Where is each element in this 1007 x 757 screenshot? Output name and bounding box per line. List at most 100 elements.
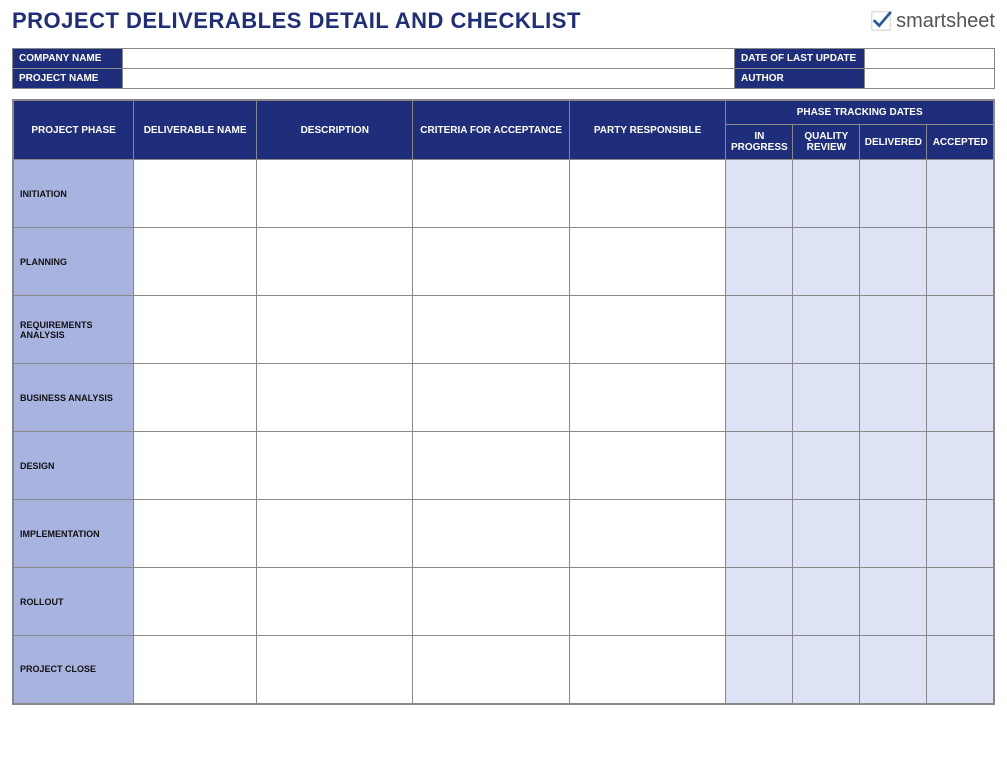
cell-criteria[interactable] (413, 364, 569, 432)
meta-value-last-update[interactable] (865, 49, 995, 69)
cell-in-progress[interactable] (726, 636, 793, 704)
col-header-delivered: DELIVERED (860, 125, 927, 160)
meta-table: COMPANY NAME DATE OF LAST UPDATE PROJECT… (12, 48, 995, 89)
brand-logo: smartsheet (870, 10, 995, 33)
cell-in-progress[interactable] (726, 432, 793, 500)
col-header-accepted: ACCEPTED (927, 125, 994, 160)
meta-label-author: AUTHOR (735, 69, 865, 89)
cell-quality-review[interactable] (793, 160, 860, 228)
cell-criteria[interactable] (413, 228, 569, 296)
cell-quality-review[interactable] (793, 364, 860, 432)
cell-in-progress[interactable] (726, 568, 793, 636)
cell-description[interactable] (257, 568, 413, 636)
cell-description[interactable] (257, 364, 413, 432)
phase-label: PROJECT CLOSE (13, 636, 134, 704)
table-row: DESIGN (13, 432, 994, 500)
cell-in-progress[interactable] (726, 296, 793, 364)
cell-description[interactable] (257, 228, 413, 296)
cell-delivered[interactable] (860, 364, 927, 432)
cell-party[interactable] (569, 636, 725, 704)
phase-label: ROLLOUT (13, 568, 134, 636)
cell-deliverable[interactable] (134, 364, 257, 432)
cell-party[interactable] (569, 568, 725, 636)
cell-criteria[interactable] (413, 568, 569, 636)
cell-accepted[interactable] (927, 160, 994, 228)
cell-in-progress[interactable] (726, 364, 793, 432)
cell-delivered[interactable] (860, 228, 927, 296)
cell-description[interactable] (257, 636, 413, 704)
cell-delivered[interactable] (860, 432, 927, 500)
meta-value-project[interactable] (123, 69, 735, 89)
cell-party[interactable] (569, 296, 725, 364)
col-header-criteria: CRITERIA FOR ACCEPTANCE (413, 100, 569, 160)
meta-value-author[interactable] (865, 69, 995, 89)
table-row: ROLLOUT (13, 568, 994, 636)
cell-accepted[interactable] (927, 296, 994, 364)
cell-description[interactable] (257, 160, 413, 228)
meta-value-company[interactable] (123, 49, 735, 69)
brand-name: smartsheet (896, 10, 995, 33)
cell-party[interactable] (569, 432, 725, 500)
cell-delivered[interactable] (860, 296, 927, 364)
cell-quality-review[interactable] (793, 500, 860, 568)
cell-party[interactable] (569, 228, 725, 296)
table-body: INITIATIONPLANNINGREQUIREMENTS ANALYSISB… (13, 160, 994, 704)
table-row: BUSINESS ANALYSIS (13, 364, 994, 432)
cell-quality-review[interactable] (793, 636, 860, 704)
cell-criteria[interactable] (413, 500, 569, 568)
cell-description[interactable] (257, 432, 413, 500)
cell-quality-review[interactable] (793, 568, 860, 636)
cell-party[interactable] (569, 364, 725, 432)
cell-delivered[interactable] (860, 636, 927, 704)
cell-deliverable[interactable] (134, 160, 257, 228)
cell-deliverable[interactable] (134, 636, 257, 704)
cell-description[interactable] (257, 500, 413, 568)
table-row: PLANNING (13, 228, 994, 296)
cell-deliverable[interactable] (134, 432, 257, 500)
phase-label: PLANNING (13, 228, 134, 296)
col-header-description: DESCRIPTION (257, 100, 413, 160)
phase-label: INITIATION (13, 160, 134, 228)
col-header-quality-review: QUALITY REVIEW (793, 125, 860, 160)
meta-label-last-update: DATE OF LAST UPDATE (735, 49, 865, 69)
phase-label: IMPLEMENTATION (13, 500, 134, 568)
cell-quality-review[interactable] (793, 296, 860, 364)
cell-quality-review[interactable] (793, 228, 860, 296)
cell-criteria[interactable] (413, 296, 569, 364)
col-header-in-progress: IN PROGRESS (726, 125, 793, 160)
cell-accepted[interactable] (927, 228, 994, 296)
cell-in-progress[interactable] (726, 500, 793, 568)
meta-label-project: PROJECT NAME (13, 69, 123, 89)
col-header-phase: PROJECT PHASE (13, 100, 134, 160)
phase-label: REQUIREMENTS ANALYSIS (13, 296, 134, 364)
cell-party[interactable] (569, 160, 725, 228)
cell-party[interactable] (569, 500, 725, 568)
table-row: PROJECT CLOSE (13, 636, 994, 704)
cell-deliverable[interactable] (134, 568, 257, 636)
cell-criteria[interactable] (413, 432, 569, 500)
cell-delivered[interactable] (860, 568, 927, 636)
cell-deliverable[interactable] (134, 500, 257, 568)
cell-criteria[interactable] (413, 636, 569, 704)
cell-criteria[interactable] (413, 160, 569, 228)
cell-deliverable[interactable] (134, 228, 257, 296)
col-header-party: PARTY RESPONSIBLE (569, 100, 725, 160)
cell-accepted[interactable] (927, 568, 994, 636)
cell-accepted[interactable] (927, 636, 994, 704)
cell-accepted[interactable] (927, 500, 994, 568)
checkmark-icon (870, 10, 892, 32)
cell-delivered[interactable] (860, 160, 927, 228)
page-title: PROJECT DELIVERABLES DETAIL AND CHECKLIS… (12, 8, 581, 34)
phase-label: DESIGN (13, 432, 134, 500)
deliverables-table: PROJECT PHASE DELIVERABLE NAME DESCRIPTI… (12, 99, 995, 705)
table-row: REQUIREMENTS ANALYSIS (13, 296, 994, 364)
cell-quality-review[interactable] (793, 432, 860, 500)
table-row: IMPLEMENTATION (13, 500, 994, 568)
cell-in-progress[interactable] (726, 160, 793, 228)
cell-accepted[interactable] (927, 364, 994, 432)
cell-deliverable[interactable] (134, 296, 257, 364)
cell-accepted[interactable] (927, 432, 994, 500)
cell-in-progress[interactable] (726, 228, 793, 296)
cell-description[interactable] (257, 296, 413, 364)
cell-delivered[interactable] (860, 500, 927, 568)
